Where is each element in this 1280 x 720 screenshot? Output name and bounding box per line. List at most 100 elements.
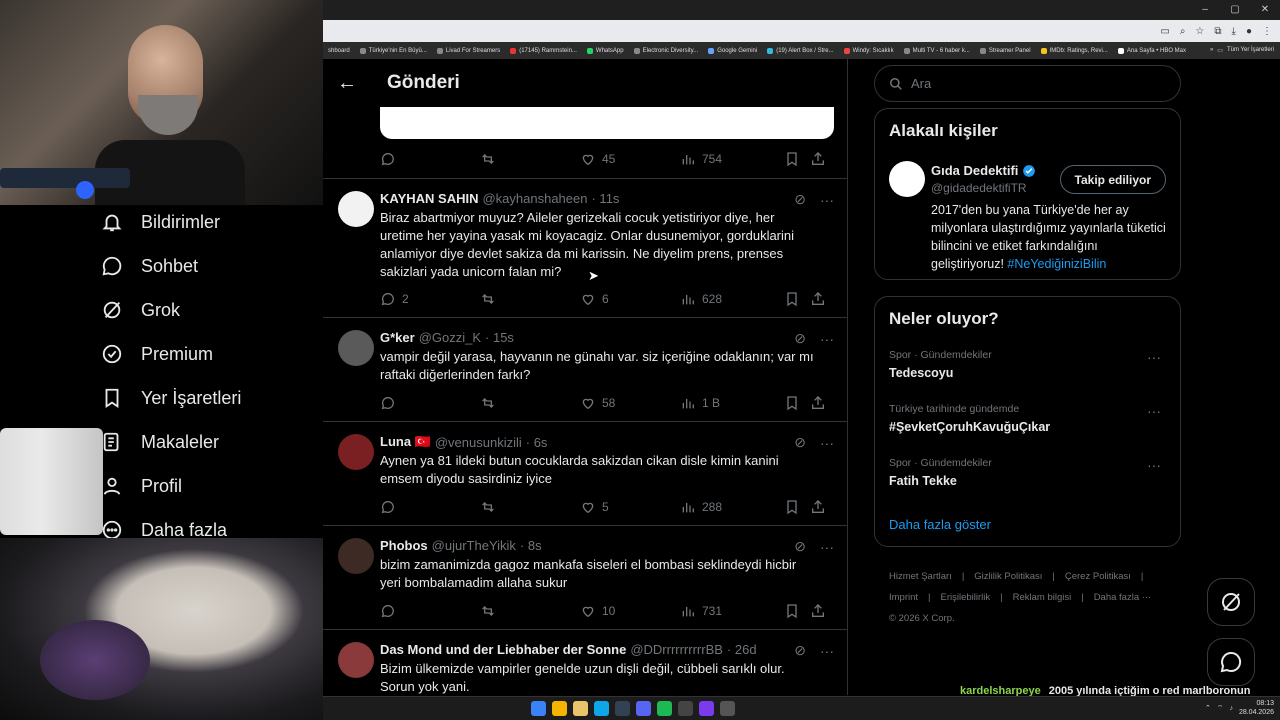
grok-icon[interactable]: ⊘ xyxy=(794,191,806,208)
bookmark-button[interactable] xyxy=(784,395,810,411)
hashtag-link[interactable]: #NeYediğiniziBilin xyxy=(1007,257,1106,271)
more-options-icon[interactable]: ··· xyxy=(1147,457,1161,473)
bookmark-item[interactable]: Google Gemini xyxy=(703,47,762,54)
more-options-icon[interactable]: ··· xyxy=(1147,403,1161,419)
repost-button[interactable] xyxy=(480,151,580,167)
grok-icon[interactable]: ⊘ xyxy=(794,330,806,347)
repost-button[interactable] xyxy=(480,603,580,619)
repost-button[interactable] xyxy=(480,291,580,307)
reply-button[interactable] xyxy=(380,151,480,167)
spotify-icon[interactable] xyxy=(657,701,672,716)
more-options-icon[interactable]: ··· xyxy=(820,331,834,347)
footer-link[interactable]: Imprint xyxy=(889,592,918,603)
reply-button[interactable] xyxy=(380,499,480,515)
bookmarks-overflow[interactable]: » ▭ Tüm Yer İşaretleri xyxy=(1204,47,1280,54)
bookmark-item[interactable]: Livad For Streamers xyxy=(432,47,505,54)
grok-icon[interactable]: ⊘ xyxy=(794,434,806,451)
bookmark-item[interactable]: Ana Sayfa • HBO Max xyxy=(1113,47,1191,54)
author-name[interactable]: Das Mond und der Liebhaber der Sonne xyxy=(380,642,626,657)
more-options-icon[interactable]: ··· xyxy=(820,539,834,555)
sidebar-item-bookmarks[interactable]: Yer İşaretleri xyxy=(100,386,241,410)
epic-icon[interactable] xyxy=(678,701,693,716)
chevron-up-icon[interactable]: ⌃ xyxy=(1205,704,1211,712)
views-button[interactable]: 288 xyxy=(680,499,780,515)
avatar[interactable] xyxy=(338,191,374,227)
share-button[interactable] xyxy=(810,291,826,307)
like-button[interactable]: 10 xyxy=(580,603,680,619)
messages-fab[interactable] xyxy=(1207,638,1255,686)
reply-button[interactable]: 2 xyxy=(380,291,480,307)
timestamp[interactable]: · 6s xyxy=(526,435,548,450)
app-icon[interactable] xyxy=(699,701,714,716)
sidebar-item-chat[interactable]: Sohbet xyxy=(100,254,198,278)
reply-button[interactable] xyxy=(380,603,480,619)
bookmark-item[interactable]: Electronic Diversity... xyxy=(629,47,704,54)
tweet[interactable]: G*ker @Gozzi_K · 15s ⊘ ··· vampir değil yar… xyxy=(323,317,847,421)
bookmark-item[interactable]: (19) Alert Box / Stre... xyxy=(762,47,838,54)
more-options-icon[interactable]: ··· xyxy=(820,192,834,208)
like-button[interactable]: 45 xyxy=(580,151,680,167)
app-icon[interactable] xyxy=(720,701,735,716)
author-handle[interactable]: @ujurTheYikik xyxy=(432,538,516,553)
following-button[interactable]: Takip ediliyor xyxy=(1059,165,1166,194)
tweet[interactable]: Das Mond und der Liebhaber der Sonne @DDr… xyxy=(323,629,847,695)
grok-icon[interactable]: ⊘ xyxy=(794,538,806,555)
share-button[interactable] xyxy=(810,151,826,167)
like-button[interactable]: 5 xyxy=(580,499,680,515)
discord-icon[interactable] xyxy=(636,701,651,716)
trend-item[interactable]: Spor · Gündemdekiler Tedescoyu ··· xyxy=(889,349,1169,380)
author-handle[interactable]: @Gozzi_K xyxy=(419,330,481,345)
tweet[interactable]: Luna 🇹🇷 @venusunkizili · 6s ⊘ ··· Aynen ya … xyxy=(323,421,847,525)
bookmark-item[interactable]: Streamer Panel xyxy=(975,47,1036,54)
like-button[interactable]: 6 xyxy=(580,291,680,307)
steam-icon[interactable] xyxy=(615,701,630,716)
more-options-icon[interactable]: ··· xyxy=(820,643,834,659)
sidebar-item-articles[interactable]: Makaleler xyxy=(100,430,219,454)
reply-button[interactable] xyxy=(380,395,480,411)
maximize-button[interactable]: ▢ xyxy=(1220,0,1250,20)
views-button[interactable]: 1 B xyxy=(680,395,780,411)
author-name[interactable]: Luna 🇹🇷 xyxy=(380,434,431,450)
trend-item[interactable]: Spor · Gündemdekiler Fatih Tekke ··· xyxy=(889,457,1169,488)
start-icon[interactable] xyxy=(531,701,546,716)
bookmark-item[interactable]: Multi TV - 6 haber k... xyxy=(899,47,975,54)
back-arrow-icon[interactable]: ← xyxy=(323,72,371,95)
bookmark-item[interactable]: shboard xyxy=(323,48,355,54)
repost-button[interactable] xyxy=(480,499,580,515)
network-icon[interactable]: ⌔ xyxy=(1217,704,1224,713)
footer-link[interactable]: Daha fazla ··· xyxy=(1094,592,1152,603)
bookmark-item[interactable]: IMDb: Ratings, Revi... xyxy=(1036,47,1113,54)
extensions-icon[interactable]: ⧉ xyxy=(1214,26,1221,37)
chrome-icon[interactable] xyxy=(552,701,567,716)
avatar[interactable] xyxy=(338,434,374,470)
zoom-icon[interactable]: ⌕ xyxy=(1180,26,1186,37)
timestamp[interactable]: · 15s xyxy=(485,330,514,345)
author-name[interactable]: Phobos xyxy=(380,538,428,553)
share-button[interactable] xyxy=(810,499,826,515)
volume-icon[interactable]: ♪ xyxy=(1229,705,1233,712)
bookmark-item[interactable]: WhatsApp xyxy=(582,47,629,54)
sidebar-item-grok[interactable]: Grok xyxy=(100,298,180,322)
author-handle[interactable]: @venusunkizili xyxy=(435,435,522,450)
share-button[interactable] xyxy=(810,395,826,411)
avatar[interactable] xyxy=(889,161,925,197)
share-button[interactable] xyxy=(810,603,826,619)
bookmark-item[interactable]: (17145) Rammstein... xyxy=(505,47,582,54)
sidebar-item-premium[interactable]: Premium xyxy=(100,342,213,366)
author-name[interactable]: KAYHAN SAHIN xyxy=(380,191,478,206)
author-name[interactable]: G*ker xyxy=(380,330,415,345)
minimize-button[interactable]: – xyxy=(1190,0,1220,20)
menu-icon[interactable]: ⋮ xyxy=(1262,26,1272,37)
repost-button[interactable] xyxy=(480,395,580,411)
tweet[interactable]: Phobos @ujurTheYikik · 8s ⊘ ··· bizim zaman… xyxy=(323,525,847,629)
more-options-icon[interactable]: ··· xyxy=(1147,349,1161,365)
sidebar-item-notifications[interactable]: Bildirimler xyxy=(100,210,220,234)
avatar[interactable] xyxy=(338,642,374,678)
sidebar-item-profile[interactable]: Profil xyxy=(100,474,182,498)
avatar[interactable] xyxy=(338,538,374,574)
folder-icon[interactable] xyxy=(573,701,588,716)
cast-icon[interactable]: ▭ xyxy=(1160,26,1169,37)
timestamp[interactable]: · 26d xyxy=(727,642,757,657)
download-icon[interactable]: ⤓ xyxy=(1232,26,1236,37)
show-more-link[interactable]: Daha fazla göster xyxy=(889,517,991,532)
